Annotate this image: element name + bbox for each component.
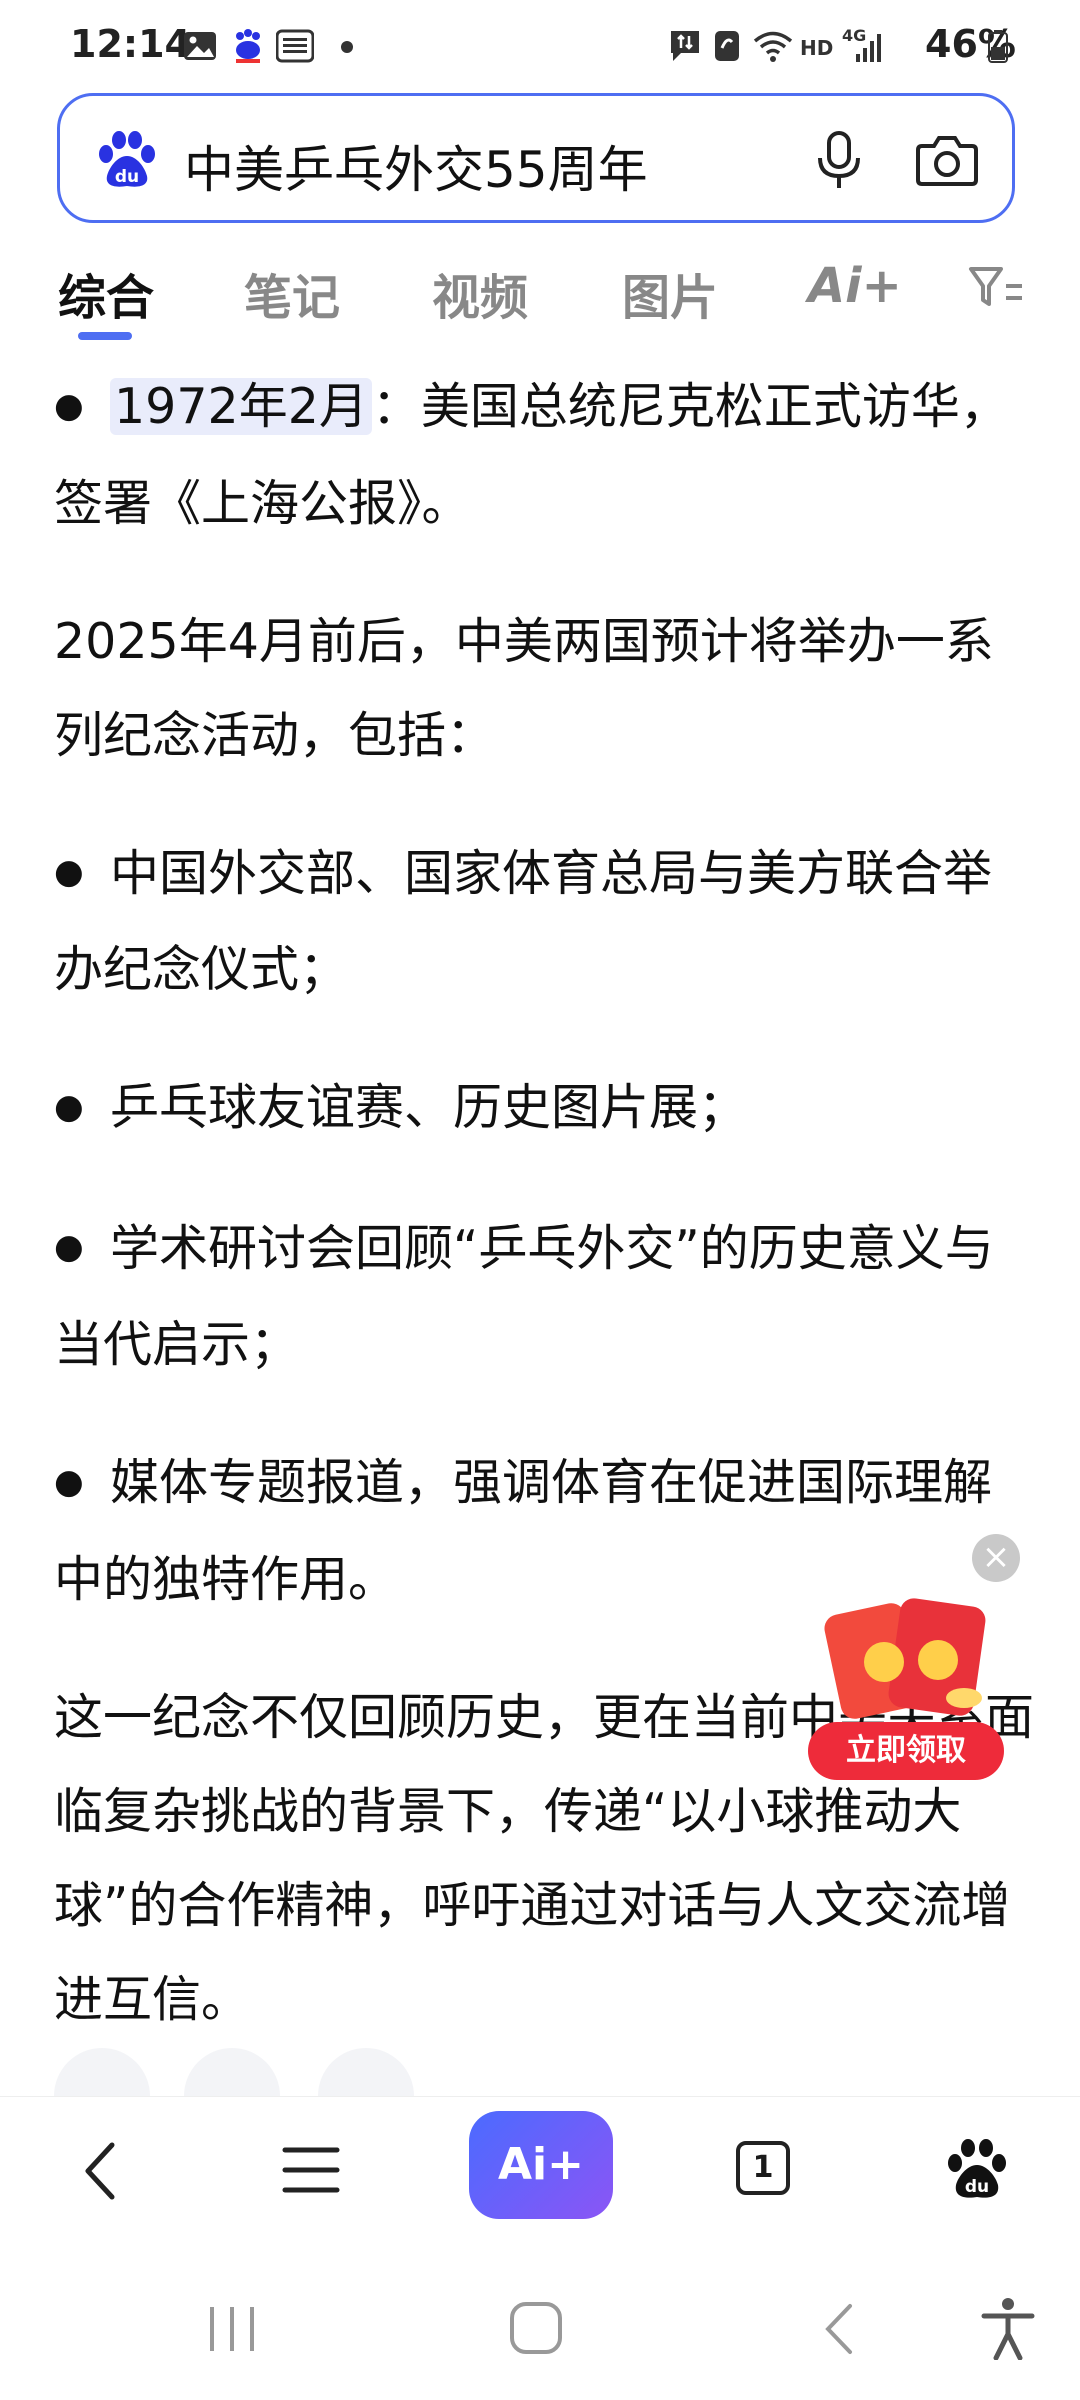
app-notification-icon	[715, 31, 739, 61]
system-nav-bar	[0, 2250, 1080, 2400]
ai-assistant-button[interactable]: Ai+	[469, 2111, 613, 2219]
microphone-icon[interactable]	[814, 130, 864, 192]
bottom-nav-bar: Ai+ 1 du	[0, 2096, 1080, 2247]
red-packet-promo[interactable]: 立即领取	[808, 1590, 1008, 1790]
tab-videos[interactable]: 视频	[432, 258, 528, 328]
tab-comprehensive[interactable]: 综合	[58, 258, 154, 328]
baidu-logo-icon[interactable]: du	[97, 130, 157, 190]
recent-apps-icon[interactable]	[206, 2304, 258, 2354]
highlighted-date[interactable]: 1972年2月	[110, 378, 372, 435]
share-action[interactable]	[184, 2048, 280, 2096]
svg-text:du: du	[965, 2177, 989, 2197]
svg-text:du: du	[115, 167, 139, 187]
list-item-text: 中国外交部、国家体育总局与美方联合举办纪念仪式；	[54, 844, 993, 999]
more-action[interactable]	[318, 2048, 414, 2096]
camera-icon[interactable]	[916, 132, 978, 188]
hd-label: HD	[800, 36, 834, 60]
toutiao-notification-icon	[276, 29, 314, 63]
battery-icon	[988, 30, 1008, 63]
list-item-text: 媒体专题报道，强调体育在促进国际理解中的独特作用。	[54, 1454, 993, 1608]
home-icon[interactable]	[508, 2300, 564, 2356]
accessibility-icon[interactable]	[980, 2296, 1036, 2360]
search-tabs: 综合 笔记 视频 图片 Ai+	[0, 240, 1080, 340]
claim-now-button[interactable]: 立即领取	[808, 1722, 1004, 1780]
tabs-count-button[interactable]: 1	[736, 2141, 790, 2195]
active-tab-indicator	[78, 332, 132, 340]
baidu-notification-icon	[236, 29, 260, 63]
promo-close-button[interactable]: ×	[972, 1534, 1020, 1582]
back-icon[interactable]	[80, 2141, 120, 2201]
search-bar[interactable]: du 中美乒乓外交55周年	[57, 93, 1015, 223]
ai-answer-content: 1972年2月：美国总统尼克松正式访华，签署《上海公报》。 2025年4月前后，…	[54, 360, 1034, 2091]
wifi-icon	[753, 31, 793, 62]
tab-notes[interactable]: 笔记	[244, 258, 340, 328]
gallery-notification-icon	[184, 32, 216, 60]
list-item: 中国外交部、国家体育总局与美方联合举办纪念仪式；	[54, 827, 1034, 1018]
signal-strength-icon	[856, 34, 881, 62]
list-item: 乒乓球友谊赛、历史图片展；	[54, 1061, 1034, 1158]
system-back-icon[interactable]	[818, 2302, 858, 2356]
status-time: 12:14	[70, 22, 191, 66]
search-query[interactable]: 中美乒乓外交55周年	[184, 130, 648, 202]
filter-icon[interactable]	[968, 264, 1024, 314]
status-bar: 12:14 HD 4G 46%	[0, 0, 1080, 92]
list-item: 1972年2月：美国总统尼克松正式访华，签署《上海公报》。	[54, 360, 1034, 551]
list-item: 学术研讨会回顾“乒乓外交”的历史意义与当代启示；	[54, 1202, 1034, 1393]
data-transfer-icon	[671, 31, 699, 61]
tab-ai[interactable]: Ai+	[808, 258, 902, 314]
copy-action[interactable]	[54, 2048, 150, 2096]
baidu-home-icon[interactable]: du	[946, 2137, 1008, 2201]
tab-images[interactable]: 图片	[622, 258, 718, 328]
paragraph: 2025年4月前后，中美两国预计将举办一系列纪念活动，包括：	[54, 612, 994, 764]
menu-icon[interactable]	[282, 2145, 340, 2195]
list-item-text: 学术研讨会回顾“乒乓外交”的历史意义与当代启示；	[54, 1219, 994, 1374]
red-envelope-icon	[824, 1598, 986, 1719]
more-notifications-dot-icon	[341, 41, 353, 53]
list-item-text: 乒乓球友谊赛、历史图片展；	[110, 1079, 748, 1136]
